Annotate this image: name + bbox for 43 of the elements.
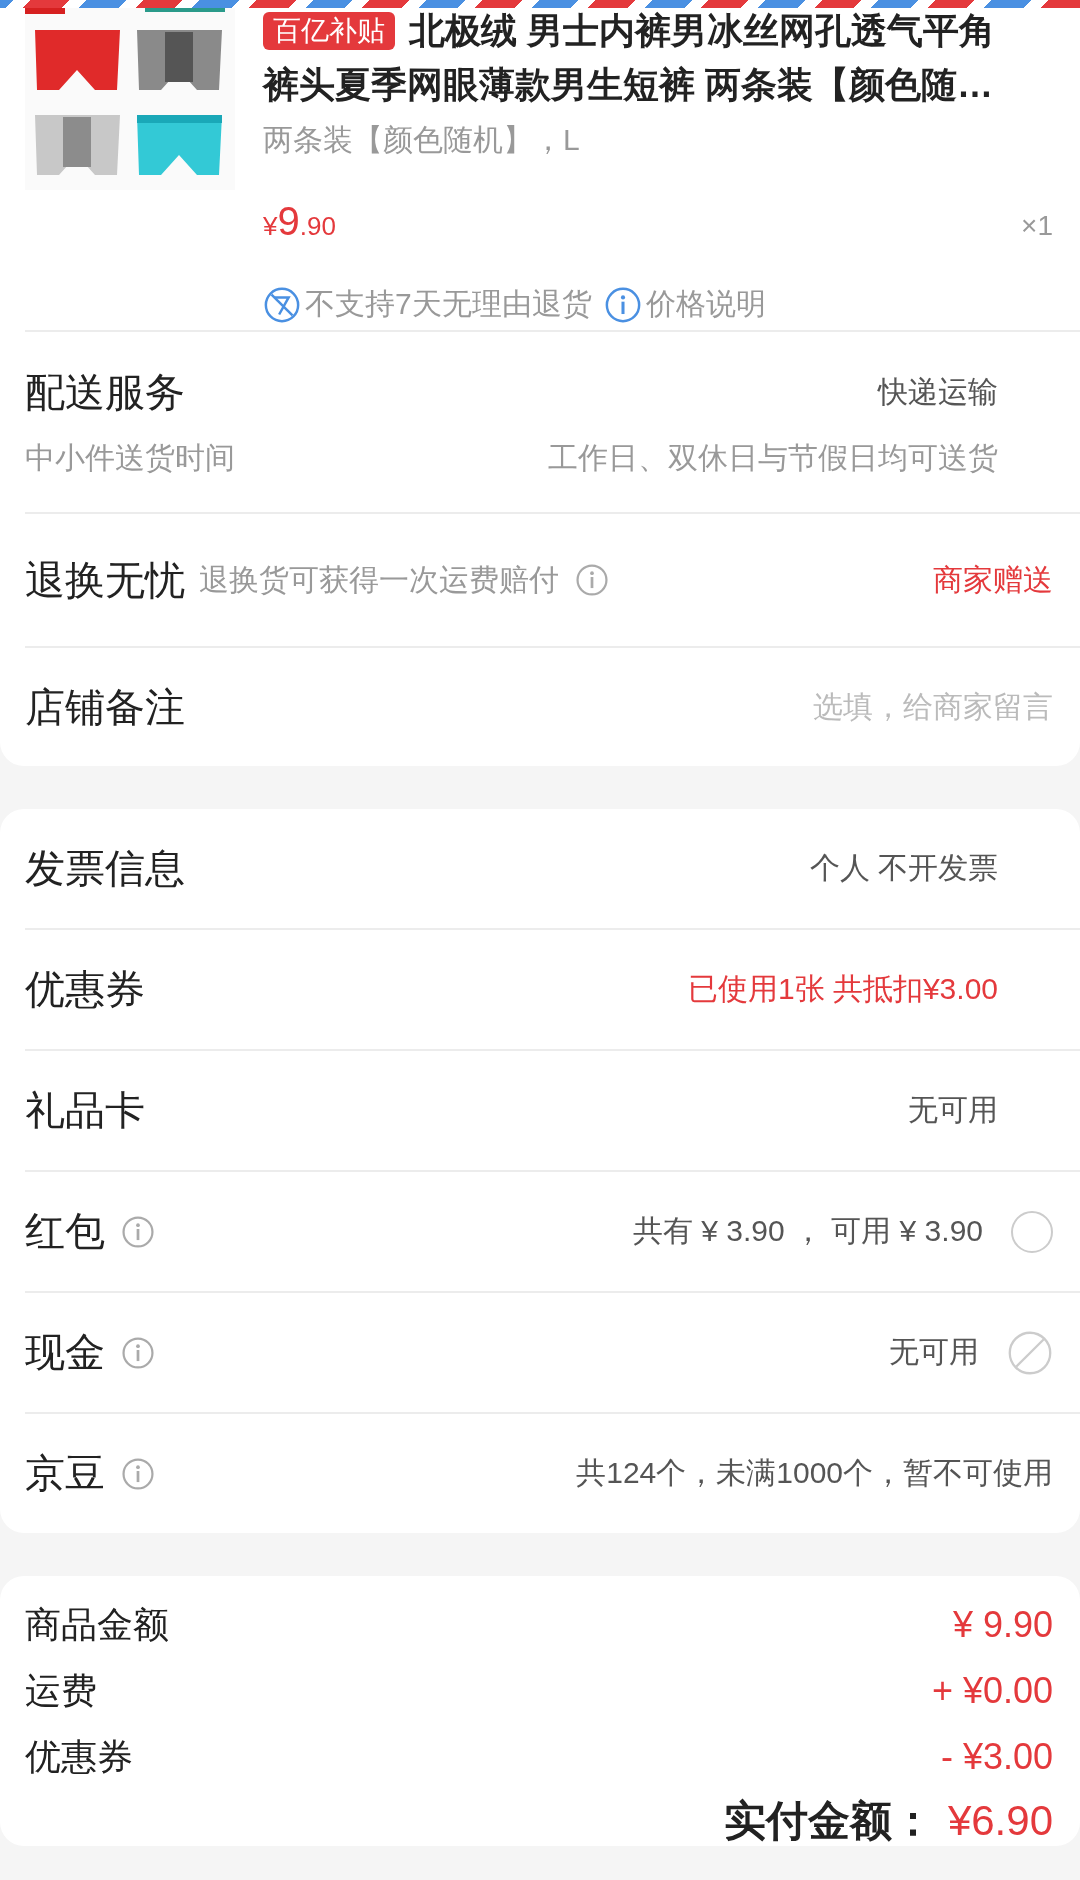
return-label: 退换无忧 [25, 556, 185, 604]
summary-label: 优惠券 [25, 1734, 133, 1779]
option-value[interactable]: 个人 不开发票 [809, 848, 998, 889]
option-label: 红包 [25, 1208, 105, 1255]
option-label: 现金 [25, 1329, 105, 1376]
service-tag: 不支持7天无理由退货 [305, 284, 592, 325]
delivery-time-label: 中小件送货时间 [25, 440, 235, 476]
summary-label: 运费 [25, 1668, 97, 1713]
summary-value: ¥ 9.90 [952, 1604, 1053, 1646]
delivery-label: 配送服务 [25, 369, 185, 416]
delivery-time-value: 工作日、双休日与节假日均可送货 [548, 440, 998, 476]
no-return-icon [263, 285, 301, 324]
info-icon[interactable] [603, 285, 642, 324]
option-value: 共124个，未满1000个，暂不可使用 [576, 1455, 1053, 1491]
info-icon[interactable] [121, 1335, 155, 1370]
info-icon[interactable] [121, 1214, 155, 1249]
note-field[interactable]: 选填，给商家留言 [633, 690, 1053, 724]
option-value: 无可用 [889, 1334, 979, 1370]
note-label: 店铺备注 [25, 683, 185, 731]
subsidy-badge: 百亿补贴 [263, 12, 395, 50]
option-label: 优惠券 [25, 966, 145, 1013]
summary-label: 商品金额 [25, 1602, 169, 1647]
unavailable-icon [1007, 1329, 1053, 1376]
option-value: 共有 ¥ 3.90 ， 可用 ¥ 3.90 [632, 1213, 983, 1249]
return-description: 退换货可获得一次运费赔付 [199, 561, 559, 598]
option-label: 京豆 [25, 1450, 105, 1497]
option-label: 礼品卡 [25, 1087, 145, 1134]
info-icon[interactable] [121, 1456, 155, 1491]
product-price: ¥9.90 [263, 199, 336, 244]
product-title[interactable]: 百亿补贴 北极绒 男士内裤男冰丝网孔透气平角裤头夏季网眼薄款男生短裤 两条装【颜色随… [263, 4, 1053, 112]
quantity-label: ×1 [1021, 210, 1053, 242]
radio-button[interactable] [1011, 1210, 1053, 1253]
total-label: 实付金额： [723, 1796, 934, 1846]
summary-value: + ¥0.00 [931, 1670, 1053, 1712]
product-spec: 两条装【颜色随机】，L [263, 122, 580, 158]
total-value: ¥6.90 [947, 1796, 1053, 1846]
return-value: 商家赠送 [933, 561, 1053, 598]
delivery-value[interactable]: 快递运输 [878, 372, 998, 413]
info-icon[interactable] [575, 563, 609, 597]
option-value[interactable]: 无可用 [908, 1090, 998, 1131]
summary-value: - ¥3.00 [940, 1736, 1053, 1778]
option-value[interactable]: 已使用1张 共抵扣¥3.00 [687, 969, 998, 1010]
option-label: 发票信息 [25, 845, 185, 892]
